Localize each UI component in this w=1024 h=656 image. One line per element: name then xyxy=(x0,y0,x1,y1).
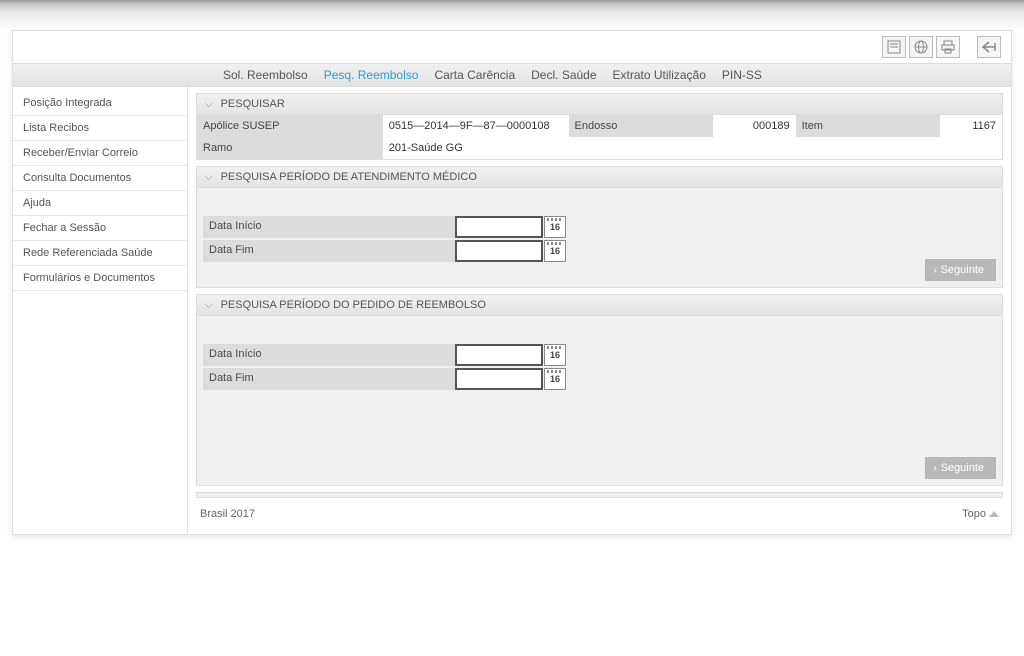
footer-left: Brasil 2017 xyxy=(200,508,255,520)
seguinte-button-atend[interactable]: › Seguinte xyxy=(925,259,996,281)
data-fim-label: Data Fim xyxy=(203,240,455,262)
sidebar: Posição Integrada Lista Recibos Receber/… xyxy=(13,87,188,534)
data-fim-input-atend[interactable] xyxy=(455,240,543,262)
seguinte-label: Seguinte xyxy=(941,264,984,276)
tab-pin-ss[interactable]: PIN-SS xyxy=(722,68,762,82)
data-inicio-input-atend[interactable] xyxy=(455,216,543,238)
seguinte-button-pedido[interactable]: › Seguinte xyxy=(925,457,996,479)
data-inicio-input-pedido[interactable] xyxy=(455,344,543,366)
sidebar-item-recibos[interactable]: Lista Recibos xyxy=(13,116,187,141)
sidebar-item-formularios[interactable]: Formulários e Documentos xyxy=(13,266,187,291)
sidebar-item-documentos[interactable]: Consulta Documentos xyxy=(13,166,187,191)
data-inicio-label: Data Início xyxy=(203,216,455,238)
tab-carta-carencia[interactable]: Carta Carência xyxy=(434,68,515,82)
apolice-value: 0515—2014—9F—87—0000108 xyxy=(383,115,569,137)
globe-icon[interactable] xyxy=(909,36,933,58)
collapse-icon: ⌵ xyxy=(205,300,213,311)
tab-extrato-utilizacao[interactable]: Extrato Utilização xyxy=(613,68,706,82)
chevron-right-icon: › xyxy=(933,265,936,276)
calendar-icon[interactable]: 16 xyxy=(544,368,566,390)
data-fim-label: Data Fim xyxy=(203,368,455,390)
calendar-icon[interactable]: 16 xyxy=(544,344,566,366)
tab-decl-saude[interactable]: Decl. Saúde xyxy=(531,68,596,82)
panel-pesquisar-header[interactable]: ⌵ PESQUISAR xyxy=(196,93,1003,115)
footer: Brasil 2017 Topo xyxy=(196,506,1003,522)
ramo-label: Ramo xyxy=(197,137,383,159)
back-to-top[interactable]: Topo xyxy=(962,508,999,520)
top-toolbar xyxy=(13,31,1011,63)
sidebar-item-correio[interactable]: Receber/Enviar Correio xyxy=(13,141,187,166)
panel-atendimento-header[interactable]: ⌵ PESQUISA PERÍODO DE ATENDIMENTO MÉDICO xyxy=(196,166,1003,188)
sidebar-item-ajuda[interactable]: Ajuda xyxy=(13,191,187,216)
main-content: ⌵ PESQUISAR Apólice SUSEP 0515—2014—9F—8… xyxy=(188,87,1011,534)
panel-title: PESQUISA PERÍODO DO PEDIDO DE REEMBOLSO xyxy=(221,299,486,311)
ramo-value: 201-Saúde GG xyxy=(383,137,1002,159)
endosso-value: 000189 xyxy=(713,115,796,137)
panel-pedido-body: Data Início 16 Data Fim 16 › Seguinte xyxy=(196,316,1003,486)
tool-icon-1[interactable] xyxy=(882,36,906,58)
sidebar-item-rede[interactable]: Rede Referenciada Saúde xyxy=(13,241,187,266)
item-label: Item xyxy=(796,115,940,137)
app-window: Sol. Reembolso Pesq. Reembolso Carta Car… xyxy=(12,30,1012,535)
chevron-right-icon: › xyxy=(933,463,936,474)
panel-title: PESQUISAR xyxy=(221,98,285,110)
tab-sol-reembolso[interactable]: Sol. Reembolso xyxy=(223,68,308,82)
calendar-icon[interactable]: 16 xyxy=(544,216,566,238)
divider xyxy=(196,492,1003,498)
collapse-icon: ⌵ xyxy=(205,172,213,183)
panel-pedido-header[interactable]: ⌵ PESQUISA PERÍODO DO PEDIDO DE REEMBOLS… xyxy=(196,294,1003,316)
tab-bar: Sol. Reembolso Pesq. Reembolso Carta Car… xyxy=(13,63,1011,87)
data-fim-input-pedido[interactable] xyxy=(455,368,543,390)
print-icon[interactable] xyxy=(936,36,960,58)
panel-pesquisar-body: Apólice SUSEP 0515—2014—9F—87—0000108 En… xyxy=(196,115,1003,160)
back-icon[interactable] xyxy=(977,36,1001,58)
topo-label: Topo xyxy=(962,508,986,520)
collapse-icon: ⌵ xyxy=(205,99,213,110)
tab-pesq-reembolso[interactable]: Pesq. Reembolso xyxy=(324,68,419,82)
item-value: 1167 xyxy=(940,115,1002,137)
triangle-up-icon xyxy=(989,511,999,517)
apolice-label: Apólice SUSEP xyxy=(197,115,383,137)
calendar-icon[interactable]: 16 xyxy=(544,240,566,262)
seguinte-label: Seguinte xyxy=(941,462,984,474)
panel-title: PESQUISA PERÍODO DE ATENDIMENTO MÉDICO xyxy=(221,171,477,183)
sidebar-item-posicao[interactable]: Posição Integrada xyxy=(13,91,187,116)
panel-atendimento-body: Data Início 16 Data Fim 16 › Seguinte xyxy=(196,188,1003,288)
endosso-label: Endosso xyxy=(569,115,713,137)
sidebar-item-fechar[interactable]: Fechar a Sessão xyxy=(13,216,187,241)
data-inicio-label: Data Início xyxy=(203,344,455,366)
